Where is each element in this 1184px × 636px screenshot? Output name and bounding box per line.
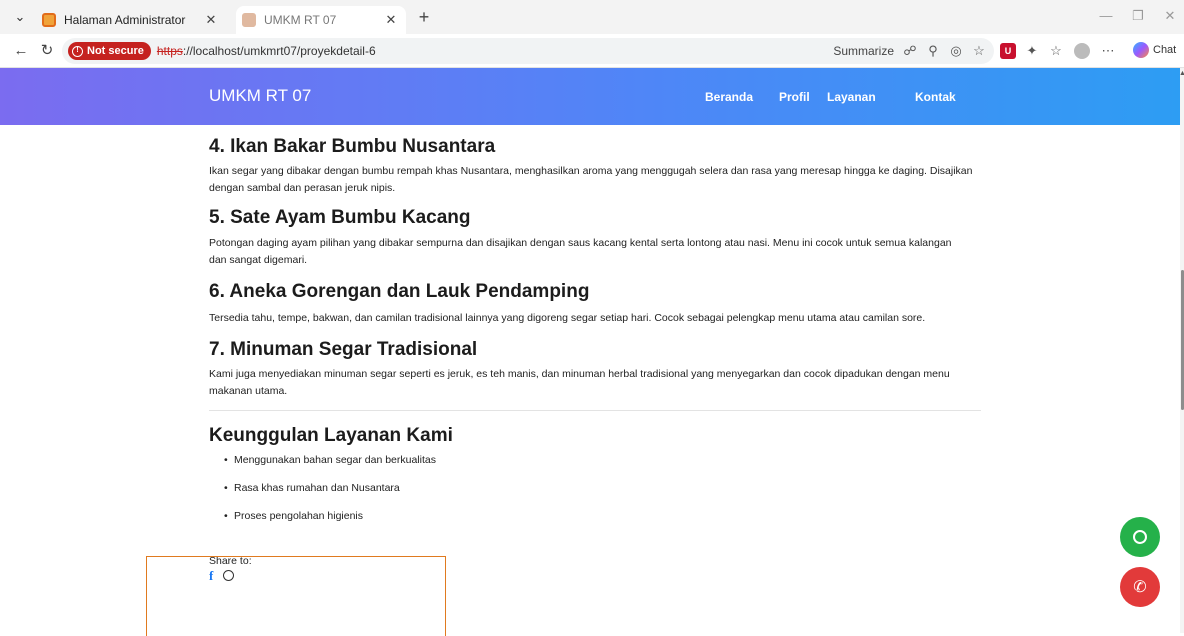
tab-list-chevron-icon[interactable]: ⌄ [12, 9, 28, 25]
tab-halaman-administrator[interactable]: Halaman Administrator ✕ [36, 6, 226, 34]
more-menu-icon[interactable]: ⋯ [1100, 43, 1116, 59]
scroll-up-arrow-icon[interactable]: ▲ [1179, 70, 1184, 77]
whatsapp-icon [1133, 530, 1147, 544]
minimize-icon[interactable]: — [1096, 8, 1116, 23]
address-bar[interactable]: ! Not secure https ://localhost/umkmrt07… [62, 38, 994, 64]
extension-icon[interactable]: U [1000, 43, 1016, 59]
summarize-icon[interactable]: ☍ [903, 44, 917, 58]
list-item: Rasa khas rumahan dan Nusantara [224, 482, 400, 494]
url-scheme: https [156, 44, 183, 58]
tab-umkm-rt-07[interactable]: UMKM RT 07 ✕ [236, 6, 406, 34]
restore-icon[interactable]: ❐ [1128, 8, 1148, 24]
menu-item-title: 6. Aneka Gorengan dan Lauk Pendamping [209, 281, 590, 302]
warning-icon: ! [72, 45, 83, 57]
menu-item-title: 4. Ikan Bakar Bumbu Nusantara [209, 136, 496, 157]
desc-line: dan sangat digemari. [209, 254, 308, 266]
nav-layanan[interactable]: Layanan [827, 90, 876, 104]
close-window-icon[interactable]: ✕ [1160, 8, 1180, 24]
back-arrow-icon[interactable]: ← [12, 42, 30, 60]
call-float-button[interactable]: ✆ [1120, 567, 1160, 607]
menu-item-desc: Potongan daging ayam pilihan yang dibaka… [209, 235, 999, 269]
menu-item-desc: Tersedia tahu, tempe, bakwan, dan camila… [209, 310, 999, 327]
reload-icon[interactable]: ↻ [38, 42, 56, 60]
menu-item-desc: Ikan segar yang dibakar dengan bumbu rem… [209, 163, 999, 197]
list-item: Proses pengolahan higienis [224, 510, 363, 522]
menu-item-title: 7. Minuman Segar Tradisional [209, 339, 478, 360]
url-path: ://localhost/umkmrt07/proyekdetail-6 [182, 44, 376, 58]
copilot-chat-button[interactable]: Chat [1133, 42, 1176, 58]
nav-profil[interactable]: Profil [779, 90, 810, 104]
desc-line: Ikan segar yang dibakar dengan bumbu rem… [209, 165, 973, 177]
desc-line: Potongan daging ayam pilihan yang dibaka… [209, 237, 952, 249]
section-divider [209, 410, 981, 411]
browser-essentials-icon[interactable]: ✦ [1024, 43, 1040, 59]
whatsapp-float-button[interactable] [1120, 517, 1160, 557]
list-item: Menggunakan bahan segar dan berkualitas [224, 454, 436, 466]
menu-item-desc: Kami juga menyediakan minuman segar sepe… [209, 366, 999, 400]
tab-close-icon[interactable]: ✕ [202, 12, 220, 28]
browser-toolbar: ← ↻ ! Not secure https ://localhost/umkm… [0, 34, 1184, 68]
favorite-star-icon[interactable]: ☆ [972, 44, 986, 58]
tab-close-icon[interactable]: ✕ [382, 12, 400, 28]
desc-line: makanan utama. [209, 385, 288, 397]
chat-label: Chat [1153, 44, 1177, 56]
desc-line: Kami juga menyediakan minuman segar sepe… [209, 368, 950, 380]
not-secure-label: Not secure [87, 45, 144, 57]
site-brand[interactable]: UMKM RT 07 [209, 86, 311, 106]
site-header: UMKM RT 07 Beranda Profil Layanan Kontak [0, 68, 1180, 125]
zoom-icon[interactable]: ⚲ [926, 44, 940, 58]
profile-avatar-icon[interactable] [1074, 43, 1090, 59]
new-tab-button[interactable]: + [414, 7, 434, 27]
phone-icon: ✆ [1133, 579, 1147, 596]
summarize-button[interactable]: Summarize [833, 44, 894, 58]
desc-line: dengan sambal dan perasan jeruk nipis. [209, 182, 396, 194]
reader-icon[interactable]: ◎ [949, 44, 963, 58]
browser-tab-strip: ⌄ Halaman Administrator ✕ UMKM RT 07 ✕ +… [0, 0, 1184, 34]
selection-outline [146, 556, 446, 636]
copilot-icon [1133, 42, 1149, 58]
nav-kontak[interactable]: Kontak [915, 90, 956, 104]
nav-beranda[interactable]: Beranda [705, 90, 753, 104]
umkm-favicon-icon [242, 13, 256, 27]
tab-title: UMKM RT 07 [264, 13, 337, 27]
menu-item-title: 5. Sate Ayam Bumbu Kacang [209, 207, 471, 228]
tab-title: Halaman Administrator [64, 13, 186, 27]
desc-line: Tersedia tahu, tempe, bakwan, dan camila… [209, 312, 926, 324]
not-secure-badge[interactable]: ! Not secure [68, 42, 151, 60]
advantages-title: Keunggulan Layanan Kami [209, 425, 453, 446]
favorites-icon[interactable]: ☆ [1048, 43, 1064, 59]
admin-favicon-icon [42, 13, 56, 27]
